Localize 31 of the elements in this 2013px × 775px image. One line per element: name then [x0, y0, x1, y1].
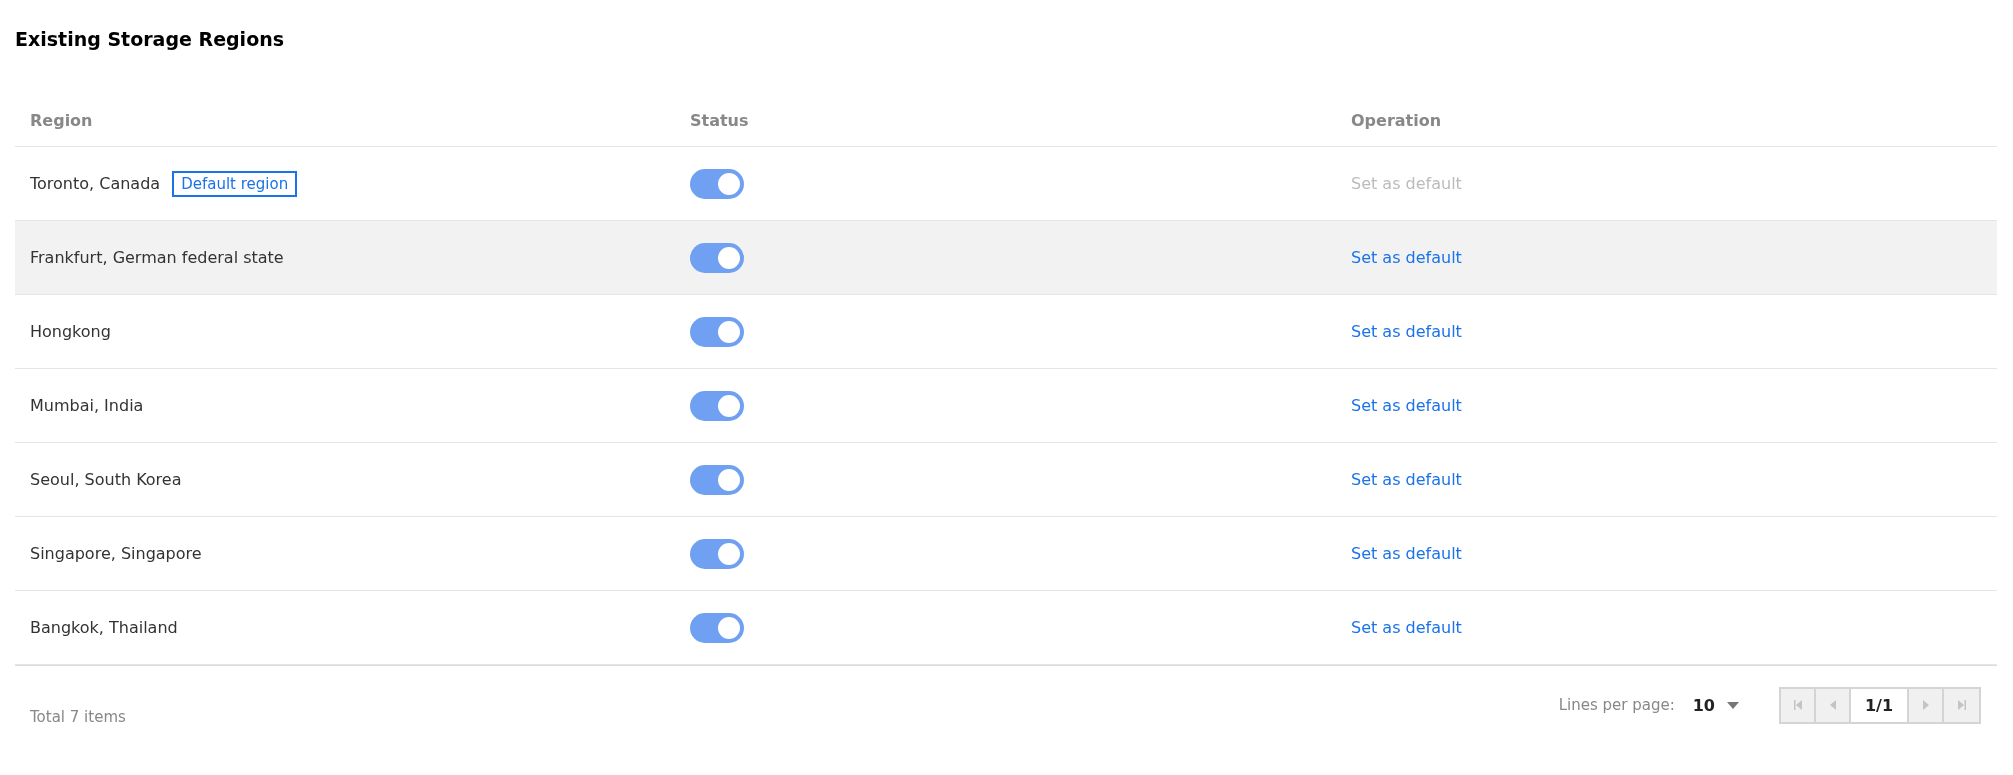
- set-default-link[interactable]: Set as default: [1351, 470, 1462, 489]
- column-header: Operation: [1350, 110, 1443, 130]
- region-name: Singapore, Singapore: [30, 544, 202, 563]
- last-page-icon: [1956, 699, 1967, 711]
- set-default-link[interactable]: Set as default: [1351, 248, 1462, 267]
- region-name: Hongkong: [30, 322, 111, 341]
- region-name: Toronto, Canada: [30, 174, 161, 193]
- lines-per-page-select[interactable]: 10: [1692, 695, 1739, 715]
- first-page-icon: [1792, 699, 1803, 711]
- set-default-link[interactable]: Set as default: [1351, 322, 1462, 341]
- status-toggle[interactable]: [690, 464, 744, 495]
- region-name: Mumbai, India: [30, 396, 144, 415]
- status-toggle[interactable]: [690, 316, 744, 347]
- lines-per-page-label: Lines per page:: [1558, 696, 1675, 714]
- next-icon: [1920, 699, 1931, 711]
- region-name: Bangkok, Thailand: [30, 618, 178, 637]
- region-name: Seoul, South Korea: [30, 470, 182, 489]
- set-default-link[interactable]: Set as default: [1351, 618, 1462, 637]
- caret-icon: [1727, 701, 1739, 709]
- status-toggle[interactable]: [690, 612, 744, 643]
- status-toggle[interactable]: [690, 242, 744, 273]
- total-count: Total 7 items: [30, 708, 126, 726]
- section-title: Existing Storage Regions: [15, 28, 286, 50]
- set-default-link[interactable]: Set as default: [1351, 396, 1462, 415]
- column-header: Region: [29, 110, 94, 130]
- status-toggle[interactable]: [690, 390, 744, 421]
- region-name: Frankfurt, German federal state: [30, 248, 284, 267]
- set-default-link[interactable]: Set as default: [1351, 544, 1462, 563]
- status-toggle[interactable]: [690, 538, 744, 569]
- default-region-tag: Default region: [172, 170, 298, 197]
- column-header: Status: [689, 110, 750, 130]
